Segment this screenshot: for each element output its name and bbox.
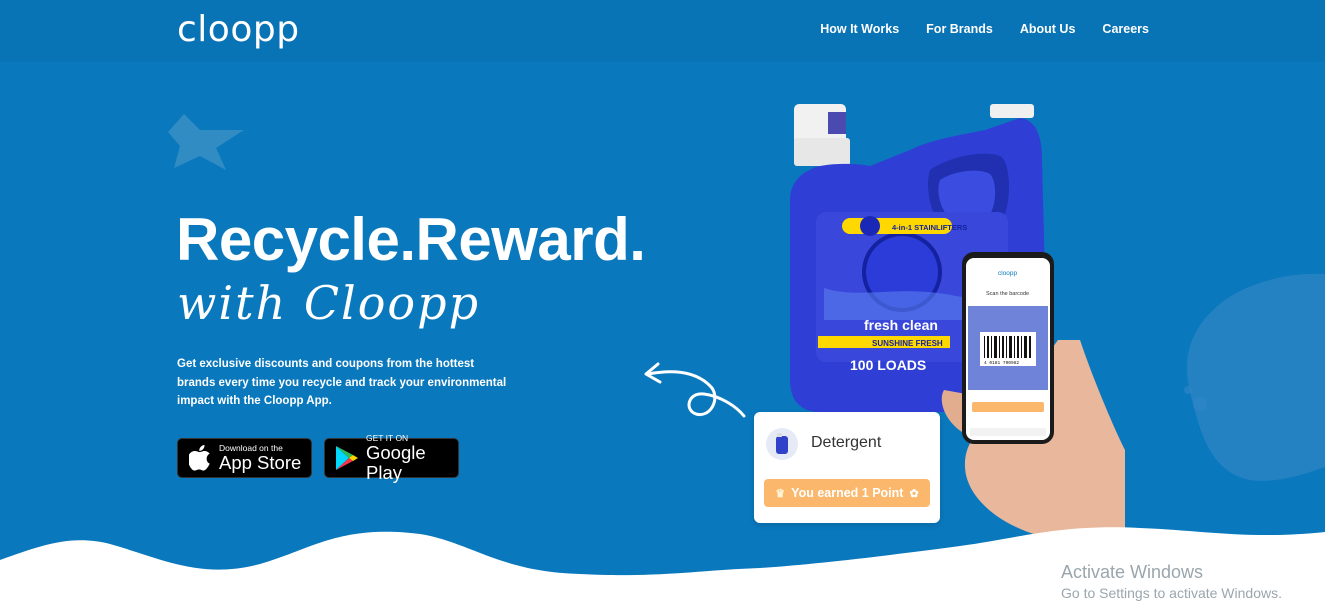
bottle-badge-text: 4-in-1 STAINLIFTERS (892, 223, 967, 232)
nav-for-brands[interactable]: For Brands (926, 22, 993, 36)
decorative-blob (1184, 273, 1325, 481)
watermark-line-2: Go to Settings to activate Windows. (1061, 585, 1282, 601)
cloopp-logo[interactable]: cloopp (177, 9, 300, 50)
main-nav: How It Works For Brands About Us Careers (820, 22, 1149, 36)
google-play-button[interactable]: GET IT ON Google Play (324, 433, 459, 482)
hero-subtitle: with Cloopp (177, 276, 481, 330)
detergent-product-icon (766, 428, 798, 460)
hero-description: Get exclusive discounts and coupons from… (177, 358, 507, 407)
notification-product-name: Detergent (811, 434, 882, 451)
apple-icon (188, 445, 212, 471)
nav-how-it-works[interactable]: How It Works (820, 22, 899, 36)
phone-app-name: cloopp (998, 270, 1018, 277)
points-notification-card: Detergent ♛ You earned 1 Point ✿ (754, 412, 940, 523)
app-store-big-label: App Store (219, 451, 302, 473)
phone-barcode-number: 4 0181 700982 (984, 360, 1019, 366)
windows-activation-watermark: Activate Windows Go to Settings to activ… (1061, 562, 1282, 601)
google-play-big-label: Google Play (366, 441, 426, 483)
bottle-loads-text: 100 LOADS (850, 357, 926, 373)
phone-in-hand-image: cloopp Scan the barcode 4 0181 700982 (941, 252, 1125, 540)
app-store-button[interactable]: Download on the App Store (177, 438, 312, 478)
decorative-star-icon (168, 114, 244, 170)
phone-instruction: Scan the barcode (986, 291, 1029, 297)
hero-title: Recycle.Reward. (176, 206, 646, 273)
crown-icon: ♛ (775, 487, 786, 500)
nav-about-us[interactable]: About Us (1020, 22, 1076, 36)
watermark-line-1: Activate Windows (1061, 562, 1204, 582)
top-navigation-bar: cloopp How It Works For Brands About Us … (0, 0, 1325, 62)
confetti-icon: ✿ (909, 487, 919, 500)
bottle-brand-text: fresh clean (864, 317, 938, 333)
google-play-icon (335, 446, 359, 470)
curved-arrow-icon (644, 362, 746, 418)
nav-careers[interactable]: Careers (1102, 22, 1149, 36)
points-earned-badge: ♛ You earned 1 Point ✿ (764, 479, 930, 507)
bottle-scent-text: SUNSHINE FRESH (872, 339, 943, 348)
points-earned-text: You earned 1 Point (791, 486, 904, 500)
